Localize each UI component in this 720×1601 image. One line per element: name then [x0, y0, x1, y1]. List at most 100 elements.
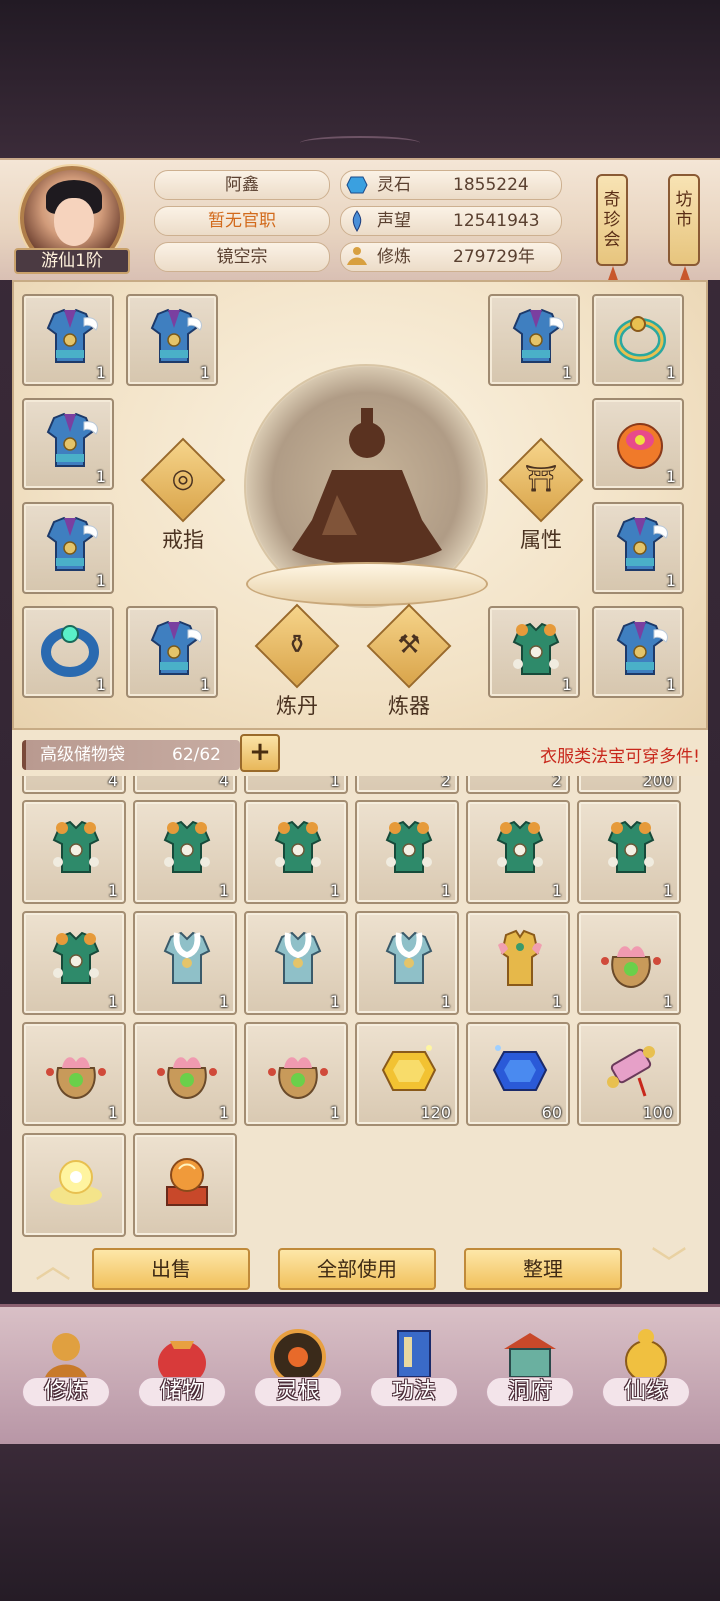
equip-slot[interactable]: 1 — [592, 502, 684, 594]
inventory-slot[interactable]: 1 — [22, 1022, 126, 1126]
inventory-slot[interactable]: 1 — [355, 911, 459, 1015]
nav-cultivate[interactable]: 修炼 — [16, 1325, 116, 1435]
resource-value: 12541943 — [453, 211, 540, 231]
pouch-lotus-icon — [44, 1038, 108, 1102]
inventory-slot[interactable]: 100 — [577, 1022, 681, 1126]
inventory-slot[interactable] — [22, 1133, 126, 1237]
nav-spirit-root[interactable]: 灵根 — [248, 1325, 348, 1435]
player-official-title: 暂无官职 — [154, 206, 330, 236]
item-count: 1 — [95, 467, 106, 486]
robe-green-icon — [44, 816, 108, 880]
inventory-grid[interactable]: 4 4 1 2 2 200 1 1 1 1 1 1 1 1 1 1 1 1 1 … — [12, 776, 708, 1244]
equip-slot[interactable]: 1 — [488, 606, 580, 698]
inventory-slot[interactable]: 1 — [466, 911, 570, 1015]
gem-gold-icon — [377, 1038, 441, 1102]
inventory-slot[interactable]: 1 — [577, 911, 681, 1015]
nav-fate[interactable]: 仙缘 — [596, 1325, 696, 1435]
inventory-slot[interactable]: 1 — [133, 911, 237, 1015]
nav-storage[interactable]: 储物 — [132, 1325, 232, 1435]
robe-blue-icon — [38, 514, 102, 578]
equip-slot[interactable]: 1 — [22, 502, 114, 594]
resource-label: 修炼 — [377, 247, 411, 267]
attribute-icon: ⛩ — [524, 464, 558, 494]
item-count: 1 — [329, 992, 340, 1011]
cultivate-icon — [345, 245, 369, 269]
inventory-slot[interactable]: 1 — [244, 800, 348, 904]
item-count: 1 — [665, 467, 676, 486]
scroll-down-button[interactable]: ﹀ — [644, 1248, 694, 1288]
inventory-slot[interactable]: 1 — [22, 800, 126, 904]
orb-stand-icon — [155, 1149, 219, 1213]
item-count: 4 — [218, 776, 229, 790]
top-backdrop — [0, 0, 720, 158]
nav-label: 功法 — [391, 1379, 436, 1404]
inventory-slot[interactable]: 1 — [244, 776, 348, 794]
market-label: 坊市 — [675, 190, 693, 230]
item-count: 1 — [662, 992, 673, 1011]
meditating-figure-icon — [292, 408, 442, 565]
sort-button[interactable]: 整理 — [464, 1248, 622, 1290]
item-count: 1 — [551, 992, 562, 1011]
inventory-slot[interactable]: 1 — [133, 1022, 237, 1126]
inventory-slot[interactable]: 1 — [355, 800, 459, 904]
robe-green-icon — [504, 618, 568, 682]
equip-slot[interactable]: 1 — [22, 398, 114, 490]
ring-label: 戒指 — [162, 528, 204, 552]
item-count: 1 — [662, 881, 673, 900]
inventory-slot[interactable]: 1 — [466, 800, 570, 904]
equip-slot[interactable]: 1 — [22, 606, 114, 698]
inventory-slot[interactable]: 4 — [133, 776, 237, 794]
sell-button[interactable]: 出售 — [92, 1248, 250, 1290]
market-button[interactable]: 坊市 — [668, 174, 700, 286]
robe-blue-icon — [142, 618, 206, 682]
inventory-slot[interactable] — [133, 1133, 237, 1237]
item-count: 1 — [440, 881, 451, 900]
robe-gold-icon — [488, 927, 552, 991]
gem-blue-icon — [488, 1038, 552, 1102]
inventory-slot[interactable]: 1 — [22, 911, 126, 1015]
bag-name: 高级储物袋 — [40, 745, 125, 765]
equip-slot[interactable]: 1 — [126, 294, 218, 386]
inventory-slot[interactable]: 1 — [244, 911, 348, 1015]
equip-slot[interactable]: 1 — [592, 294, 684, 386]
bag-tip: 衣服类法宝可穿多件! — [540, 747, 700, 767]
attribute-button[interactable]: ⛩ 属性 — [486, 437, 596, 560]
inventory-slot[interactable]: 4 — [22, 776, 126, 794]
nav-technique[interactable]: 功法 — [364, 1325, 464, 1435]
ring-gold-icon — [608, 306, 672, 370]
chevron-up-icon: ︿ — [34, 1245, 71, 1286]
item-count: 100 — [642, 1103, 673, 1122]
reputation-icon — [345, 209, 369, 233]
bottom-backdrop — [0, 1444, 720, 1601]
inventory-slot[interactable]: 200 — [577, 776, 681, 794]
treasure-shop-button[interactable]: 奇珍会 — [596, 174, 628, 286]
item-count: 1 — [665, 571, 676, 590]
inventory-slot[interactable]: 1 — [133, 800, 237, 904]
inventory-slot[interactable]: 2 — [355, 776, 459, 794]
inventory-slot[interactable]: 120 — [355, 1022, 459, 1126]
expand-bag-button[interactable]: + — [240, 734, 280, 772]
use-all-button[interactable]: 全部使用 — [278, 1248, 436, 1290]
alchemy-button[interactable]: ⚱ 炼丹 — [242, 603, 352, 726]
equip-slot[interactable]: 1 — [22, 294, 114, 386]
item-count: 1 — [561, 363, 572, 382]
inventory-slot[interactable]: 60 — [466, 1022, 570, 1126]
inventory-slot[interactable]: 1 — [244, 1022, 348, 1126]
resource-label: 声望 — [377, 211, 411, 231]
inventory-slot[interactable]: 1 — [577, 800, 681, 904]
alchemy-label: 炼丹 — [276, 694, 318, 718]
ring-button[interactable]: ◎ 戒指 — [128, 437, 238, 560]
forge-button[interactable]: ⚒ 炼器 — [354, 603, 464, 726]
nav-label: 储物 — [159, 1379, 204, 1404]
scroll-up-button[interactable]: ︿ — [28, 1248, 78, 1288]
item-count: 120 — [420, 1103, 451, 1122]
equip-slot[interactable]: 1 — [592, 398, 684, 490]
equip-slot[interactable]: 1 — [488, 294, 580, 386]
robe-blue-icon — [608, 514, 672, 578]
inventory-slot[interactable]: 2 — [466, 776, 570, 794]
equip-slot[interactable]: 1 — [592, 606, 684, 698]
equip-slot[interactable]: 1 — [126, 606, 218, 698]
player-name: 阿鑫 — [154, 170, 330, 200]
nav-cave[interactable]: 洞府 — [480, 1325, 580, 1435]
item-count: 200 — [642, 776, 673, 790]
